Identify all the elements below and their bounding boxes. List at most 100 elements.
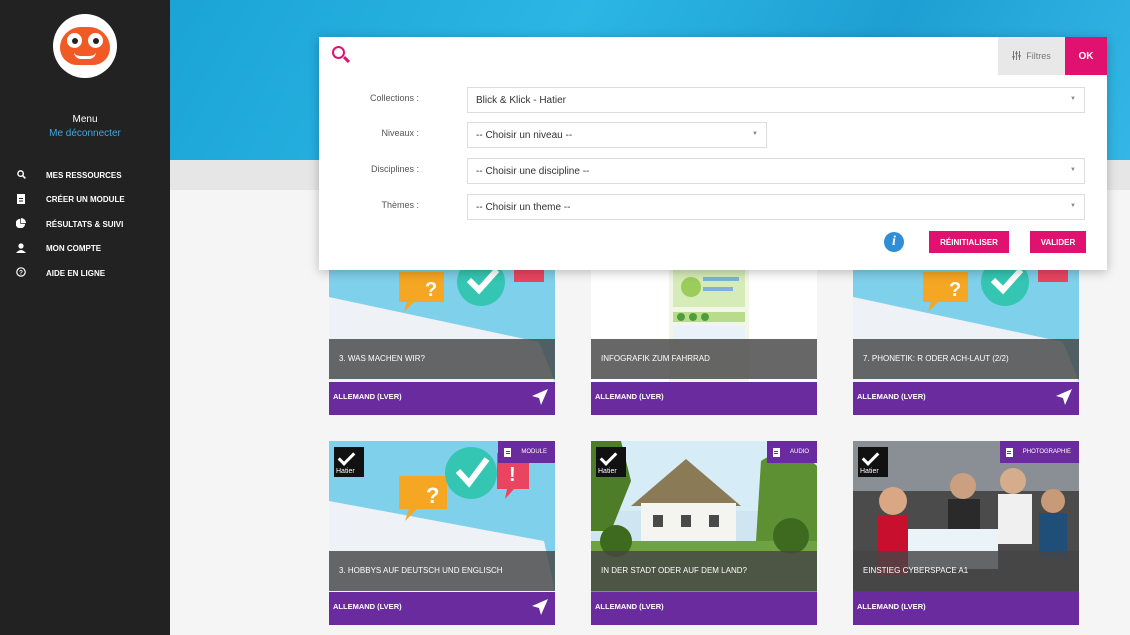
type-label: MODULE: [521, 449, 547, 455]
type-badge: PHOTOGRAPHIE: [999, 441, 1079, 463]
checkmark-icon: [599, 448, 618, 466]
card-subject: ALLEMAND (LVER): [329, 382, 555, 415]
chevron-down-icon: ▼: [752, 131, 758, 137]
niveaux-label: Niveaux :: [381, 128, 419, 138]
disciplines-value: -- Choisir une discipline --: [476, 166, 590, 177]
type-label: PHOTOGRAPHIE: [1022, 449, 1071, 455]
validate-button[interactable]: VALIDER: [1030, 231, 1086, 253]
card-subject-label: ALLEMAND (LVER): [857, 392, 926, 401]
svg-text:?: ?: [19, 270, 23, 277]
checkmark-icon: [337, 448, 356, 466]
card-title: IN DER STADT ODER AUF DEM LAND?: [591, 551, 817, 591]
send-icon[interactable]: [1055, 388, 1073, 408]
niveaux-select[interactable]: -- Choisir un niveau -- ▼: [467, 122, 767, 148]
card-subject-label: ALLEMAND (LVER): [857, 602, 926, 611]
svg-text:?: ?: [949, 279, 961, 301]
sidebar-item-creer-module[interactable]: CRÉER UN MODULE: [0, 188, 170, 213]
card-subject-label: ALLEMAND (LVER): [333, 602, 402, 611]
sidebar-item-label: MON COMPTE: [46, 244, 102, 254]
card-subject: ALLEMAND (LVER): [591, 592, 817, 625]
card-subject-label: ALLEMAND (LVER): [595, 602, 664, 611]
svg-text:?: ?: [426, 483, 439, 508]
chevron-down-icon: ▼: [1070, 167, 1076, 173]
sliders-icon: [1012, 50, 1021, 62]
chevron-down-icon: ▼: [1070, 96, 1076, 102]
card-subject: ALLEMAND (LVER): [853, 592, 1079, 625]
collections-select[interactable]: Blick & Klick - Hatier ▼: [467, 87, 1085, 113]
type-label: AUDIO: [789, 449, 809, 455]
card-subject: ALLEMAND (LVER): [853, 382, 1079, 415]
user-icon: [14, 243, 28, 255]
themes-value: -- Choisir un theme --: [476, 202, 571, 213]
sidebar-item-label: MES RESSOURCES: [46, 170, 122, 180]
niveaux-value: -- Choisir un niveau --: [476, 130, 573, 141]
reset-button[interactable]: RÉINITIALISER: [929, 231, 1009, 253]
themes-row: Thèmes : -- Choisir un theme -- ▼: [319, 194, 1107, 220]
hatier-badge: Hatier: [596, 447, 626, 477]
filters-label: Filtres: [1026, 51, 1051, 61]
resource-card[interactable]: INFOGRAFIK ZUM FAHRRAD ALLEMAND (LVER): [591, 262, 817, 415]
publisher-label: Hatier: [598, 468, 617, 475]
card-subject: ALLEMAND (LVER): [329, 592, 555, 625]
search-filter-panel: Filtres OK Collections : Blick & Klick -…: [319, 37, 1107, 270]
card-title: INFOGRAFIK ZUM FAHRRAD: [591, 339, 817, 379]
publisher-label: Hatier: [860, 468, 879, 475]
frog-logo-icon: [60, 27, 110, 65]
themes-label: Thèmes :: [381, 200, 419, 210]
chevron-down-icon: ▼: [1070, 203, 1076, 209]
publisher-label: Hatier: [336, 468, 355, 475]
card-subject: ALLEMAND (LVER): [591, 382, 817, 415]
filters-button[interactable]: Filtres: [998, 37, 1065, 75]
help-icon: ?: [14, 267, 28, 279]
search-input[interactable]: [359, 43, 989, 69]
checkmark-icon: [861, 448, 880, 466]
sidebar-item-mes-ressources[interactable]: MES RESSOURCES: [0, 163, 170, 188]
sidebar-nav: MES RESSOURCES CRÉER UN MODULE RÉSULTATS…: [0, 163, 170, 286]
svg-text:?: ?: [425, 279, 437, 301]
collections-row: Collections : Blick & Klick - Hatier ▼: [319, 87, 1107, 113]
collections-label: Collections :: [369, 93, 419, 103]
app-logo[interactable]: [53, 14, 117, 78]
resource-card[interactable]: ? ! Hatier MODULE 3. HOBBYS AUF DEUTSCH …: [329, 441, 555, 625]
card-title: EINSTIEG CYBERSPACE A1: [853, 551, 1079, 591]
resource-card[interactable]: Hatier PHOTOGRAPHIE EINSTIEG CYBERSPACE …: [853, 441, 1079, 625]
card-title: 3. HOBBYS AUF DEUTSCH UND ENGLISCH: [329, 551, 555, 591]
disciplines-select[interactable]: -- Choisir une discipline -- ▼: [467, 158, 1085, 184]
ok-button[interactable]: OK: [1065, 37, 1107, 75]
disciplines-row: Disciplines : -- Choisir une discipline …: [319, 158, 1107, 184]
themes-select[interactable]: -- Choisir un theme -- ▼: [467, 194, 1085, 220]
search-icon: [332, 46, 351, 64]
resource-card[interactable]: ? 7. PHONETIK: R ODER ACH-LAUT (2/2) ALL…: [853, 262, 1079, 415]
info-icon[interactable]: i: [884, 232, 904, 252]
send-icon[interactable]: [531, 598, 549, 618]
sidebar-item-aide-en-ligne[interactable]: ? AIDE EN LIGNE: [0, 261, 170, 286]
card-title: 3. WAS MACHEN WIR?: [329, 339, 555, 379]
sidebar-item-label: RÉSULTATS & SUIVI: [46, 219, 124, 229]
type-badge: MODULE: [498, 441, 555, 463]
resource-card[interactable]: Hatier AUDIO IN DER STADT ODER AUF DEM L…: [591, 441, 817, 625]
document-icon: [504, 447, 512, 457]
sidebar-item-resultats-suivi[interactable]: RÉSULTATS & SUIVI: [0, 212, 170, 237]
chart-icon: [14, 218, 28, 230]
card-subject-label: ALLEMAND (LVER): [333, 392, 402, 401]
send-icon[interactable]: [531, 388, 549, 408]
document-icon: [1005, 447, 1013, 457]
hatier-badge: Hatier: [858, 447, 888, 477]
hatier-badge: Hatier: [334, 447, 364, 477]
sidebar-item-label: CRÉER UN MODULE: [46, 195, 125, 205]
sidebar-item-mon-compte[interactable]: MON COMPTE: [0, 237, 170, 262]
document-icon: [772, 447, 780, 457]
disciplines-label: Disciplines :: [370, 164, 419, 174]
search-icon: [14, 169, 28, 181]
card-subject-label: ALLEMAND (LVER): [595, 392, 664, 401]
search-bar: Filtres OK: [319, 37, 1107, 75]
menu-title: Menu: [72, 114, 98, 125]
collections-value: Blick & Klick - Hatier: [476, 95, 567, 106]
card-title: 7. PHONETIK: R ODER ACH-LAUT (2/2): [853, 339, 1079, 379]
niveaux-row: Niveaux : -- Choisir un niveau -- ▼: [319, 122, 1107, 148]
resource-card[interactable]: ? 3. WAS MACHEN WIR? ALLEMAND (LVER): [329, 262, 555, 415]
type-badge: AUDIO: [766, 441, 817, 463]
logout-link[interactable]: Me déconnecter: [0, 128, 170, 139]
sidebar: Menu Me déconnecter MES RESSOURCES CRÉER…: [0, 0, 170, 635]
document-icon: [14, 193, 28, 206]
